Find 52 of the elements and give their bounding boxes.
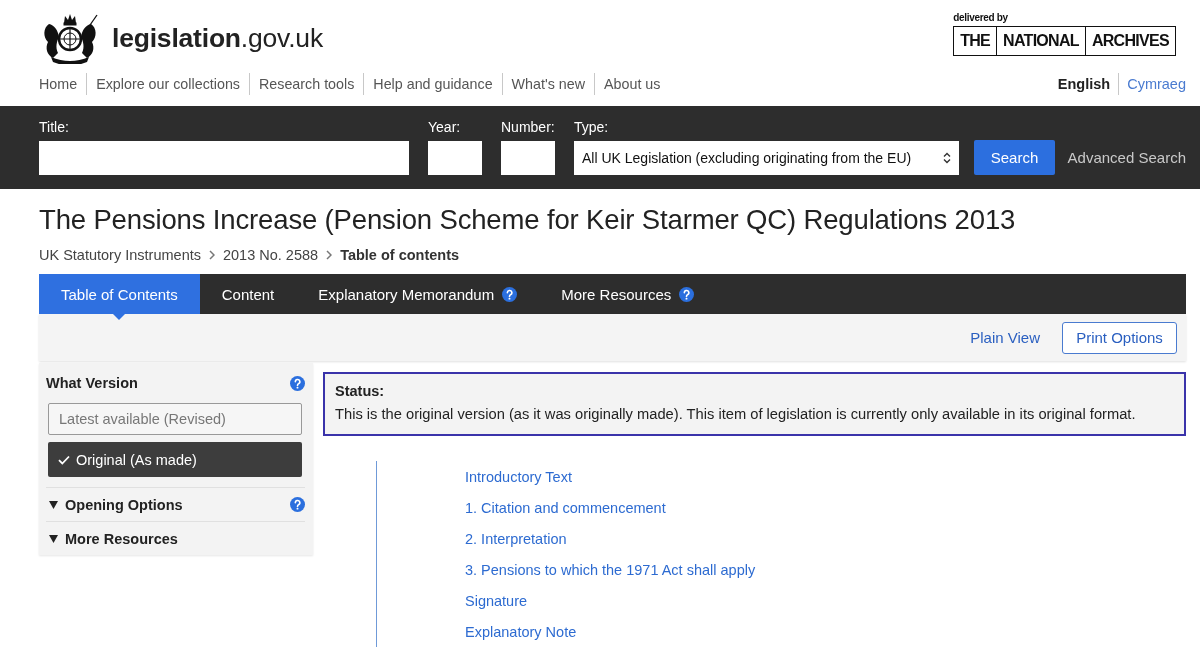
chevron-icon [326,250,333,260]
contents-link[interactable]: Explanatory Note [465,624,577,640]
help-icon[interactable] [679,286,695,302]
version-option[interactable]: Original (As made) [48,442,302,477]
nav-link[interactable]: What's new [502,76,595,92]
delivered-by-label: delivered by [953,12,1008,24]
site-name[interactable]: legislation.gov.uk [112,22,323,54]
tab[interactable]: Explanatory Memorandum [296,274,540,314]
breadcrumb-link[interactable]: 2013 No. 2588 [223,247,319,263]
search-button[interactable]: Search [974,140,1055,175]
chevron-icon [209,250,215,260]
section-toggle[interactable]: Opening Options [46,487,305,521]
archives-logo[interactable]: THE NATIONAL ARCHIVES [953,26,1176,56]
tab-pointer-icon [113,314,126,320]
contents-link[interactable]: 2. Interpretation [465,531,567,547]
field-label: Type: [574,119,610,135]
contents-link[interactable]: 1. Citation and commencement [465,500,666,516]
status-label: Status: [335,382,386,401]
text-field[interactable] [501,141,555,175]
nav-link[interactable]: About us [595,76,670,92]
nav-link[interactable]: Home [39,76,87,92]
check-icon [58,454,70,465]
print-options-button[interactable]: Print Options [1062,321,1177,354]
contents-link[interactable]: 3. Pensions to which the 1971 Act shall apply [465,562,756,578]
section-toggle[interactable]: More Resources [46,521,305,555]
field-label: Title: [39,119,70,135]
text-field[interactable] [39,141,409,175]
text-field[interactable] [428,141,482,175]
breadcrumb-current-page: Table of contents [340,247,460,263]
section-heading: What Version [46,375,138,391]
tab[interactable]: More Resources [539,274,717,314]
triangle-down-icon [49,534,58,543]
tab[interactable]: Content [199,274,297,314]
field-label: Year: [428,119,462,135]
up-down-arrows-icon [943,152,951,164]
contents-link[interactable]: Introductory Text [465,469,572,485]
status-text: This is the original version (as it was originally made). This item of legislation is currently only available in its original format. [335,405,1137,424]
version-option[interactable]: Latest available (Revised) [48,403,302,435]
nav-link[interactable]: Explore our collections [87,76,249,92]
advanced-search-link[interactable]: Advanced Search [1067,140,1186,175]
nav-link[interactable]: Help and guidance [364,76,502,92]
triangle-down-icon [49,500,58,509]
contents-link[interactable]: Signature [465,593,528,609]
field-label: Number: [501,119,555,135]
plain-view-link[interactable]: Plain View [970,329,1040,346]
nav-link[interactable]: Research tools [250,76,364,92]
language-link[interactable]: Cymraeg [1119,76,1186,92]
language-link[interactable]: English [1049,76,1119,92]
breadcrumb-link[interactable]: UK Statutory Instruments [39,247,201,263]
help-icon[interactable] [502,286,518,302]
type-select[interactable]: All UK Legislation (excluding originating from the EU) [574,141,959,175]
page-title: The Pensions Increase (Pension Scheme for Keir Starmer QC) Regulations 2013 [39,203,1017,237]
